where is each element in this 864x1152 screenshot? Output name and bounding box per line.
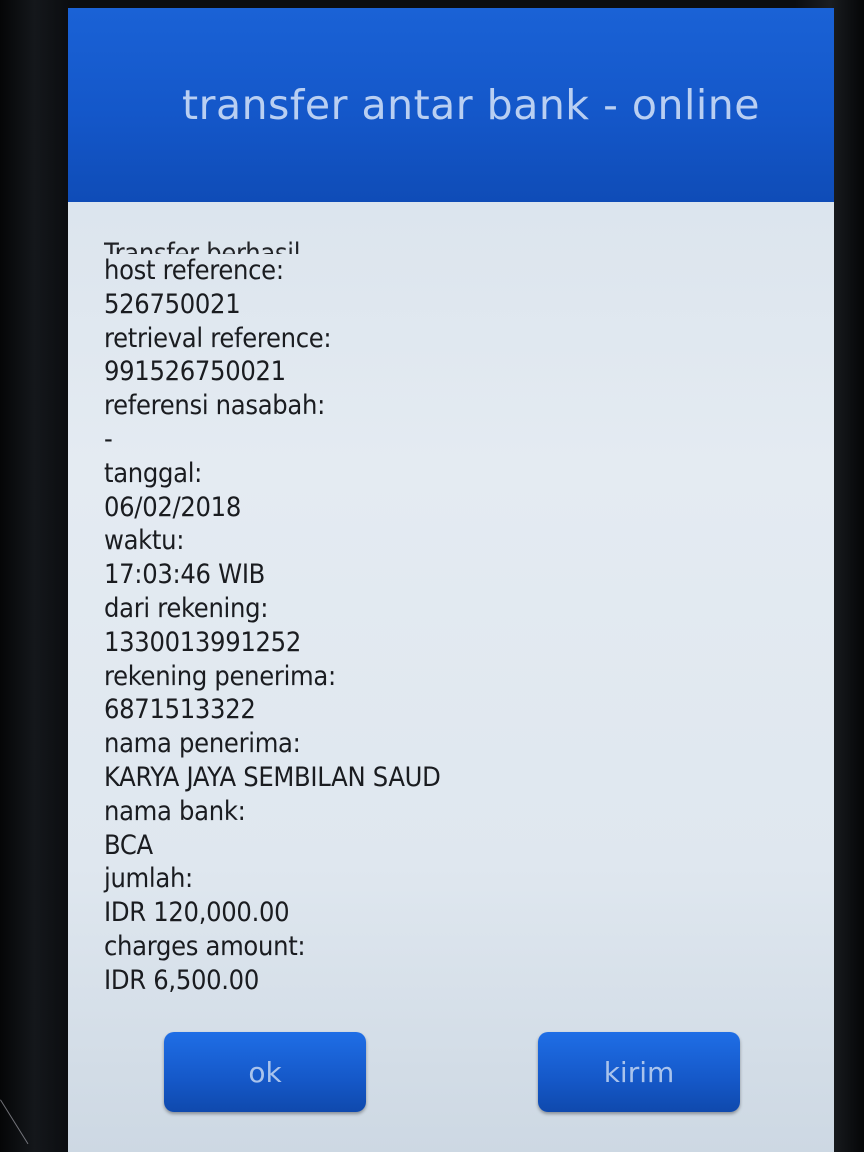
detail-line: waktu: [104,525,185,557]
status-text: Transfer berhasil [104,238,301,254]
detail-line: referensi nasabah: [104,390,326,422]
detail-line: 1330013991252 [104,626,301,658]
detail-line: 991526750021 [104,356,286,388]
detail-line: charges amount: [104,930,306,962]
detail-line: BCA [104,829,153,861]
app-screen: transfer antar bank - online Transfer be… [68,8,834,1152]
detail-line: IDR 6,500.00 [104,964,259,996]
detail-line: 06/02/2018 [104,491,241,523]
detail-line: KARYA JAYA SEMBILAN SAUD [104,761,441,793]
detail-line: - [104,423,113,455]
detail-line: rekening penerima: [104,660,336,692]
detail-line: nama bank: [104,795,246,827]
detail-line: tanggal: [104,457,203,489]
detail-line: 6871513322 [104,694,256,726]
kirim-button[interactable]: kirim [538,1032,740,1112]
detail-line: jumlah: [104,863,193,895]
detail-line: host reference: [104,255,284,286]
detail-line: 17:03:46 WIB [104,559,266,591]
detail-line: 526750021 [104,288,241,320]
screen-crack [0,1078,63,1145]
ok-button[interactable]: ok [164,1032,366,1112]
transfer-details: Transfer berhasil host reference: 526750… [104,232,804,998]
detail-line: retrieval reference: [104,322,332,354]
phone-frame: transfer antar bank - online Transfer be… [0,0,864,1152]
detail-line: dari rekening: [104,592,269,624]
title-bar: transfer antar bank - online [68,8,834,202]
detail-line: IDR 120,000.00 [104,897,290,929]
detail-line: nama penerima: [104,728,301,760]
page-title: transfer antar bank - online [182,81,760,129]
